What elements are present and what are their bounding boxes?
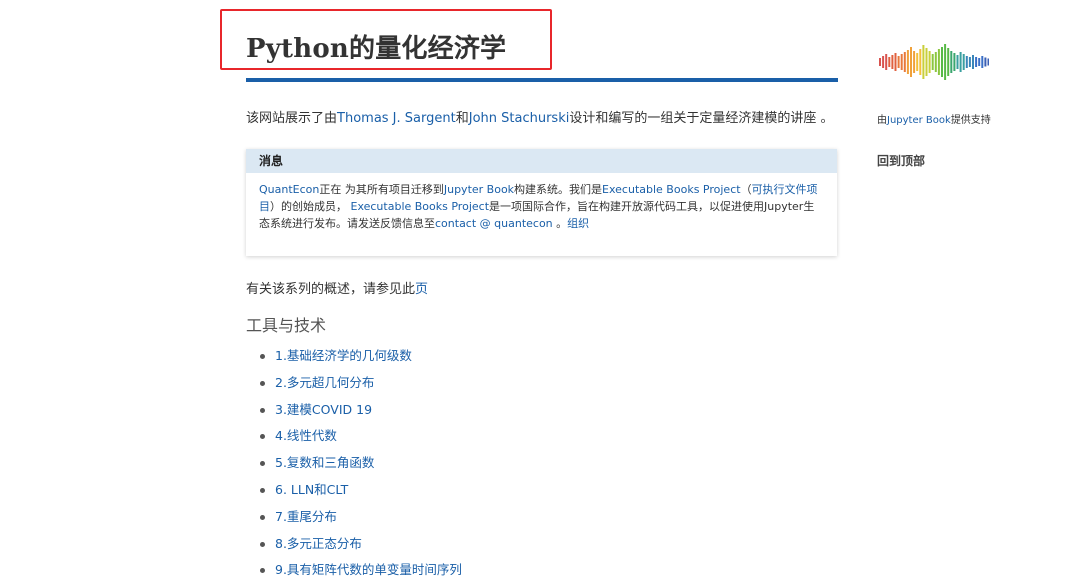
bullet-icon (260, 541, 265, 547)
logo-bar (894, 53, 897, 71)
lecture-list-item: 9.具有矩阵代数的单变量时间序列 (246, 559, 462, 586)
bullet-icon (260, 568, 265, 574)
logo-bar (913, 51, 916, 73)
contact-link[interactable]: contact @ quantecon (435, 217, 553, 230)
lecture-link[interactable]: 6. LLN和CLT (275, 482, 348, 497)
notice-text-4: ）的创始成员， (270, 200, 351, 213)
logo-bar (953, 53, 956, 71)
notice-box: 消息 QuantEcon正在 为其所有项目迁移到Jupyter Book构建系统… (246, 149, 837, 256)
intro-and: 和 (455, 111, 469, 126)
bullet-icon (260, 380, 265, 386)
logo-bar (910, 47, 912, 77)
author-link-sargent[interactable]: Thomas J. Sargent (337, 111, 456, 126)
lecture-link[interactable]: 4.线性代数 (275, 428, 337, 443)
logo-bar (947, 48, 950, 76)
logo-bar (972, 55, 974, 69)
notice-text-2: 构建系统。我们是 (514, 183, 603, 196)
bullet-icon (260, 434, 265, 440)
logo-bar (981, 56, 984, 68)
logo-bar (968, 57, 971, 67)
overview-page-link[interactable]: 页 (415, 282, 428, 297)
logo-bar (975, 57, 978, 67)
jupyter-book-link[interactable]: Jupyter Book (444, 183, 514, 196)
lecture-list-item: 7.重尾分布 (246, 506, 462, 533)
logo-bar (962, 54, 965, 70)
lecture-list-item: 4.线性代数 (246, 425, 462, 452)
logo-bar (882, 56, 885, 68)
title-divider (246, 78, 838, 82)
back-to-top-link[interactable]: 回到顶部 (877, 152, 925, 169)
logo-bar (891, 55, 894, 69)
logo-bar (931, 54, 934, 70)
lecture-list-item: 2.多元超几何分布 (246, 372, 462, 399)
intro-suffix: 设计和编写的一组关于定量经济建模的讲座 。 (569, 111, 834, 126)
logo-bar (941, 47, 943, 77)
notice-heading: 消息 (246, 149, 837, 173)
quantecon-logo-icon[interactable] (877, 32, 989, 92)
logo-bar (978, 58, 981, 66)
lecture-link[interactable]: 9.具有矩阵代数的单变量时间序列 (275, 562, 462, 577)
bullet-icon (260, 354, 265, 359)
lecture-list-item: 1.基础经济学的几何级数 (246, 345, 462, 372)
executable-books-link[interactable]: Executable Books Project (602, 183, 741, 196)
lecture-list-item: 6. LLN和CLT (246, 479, 462, 506)
lecture-list-item: 5.复数和三角函数 (246, 452, 462, 479)
logo-bar (965, 56, 968, 68)
page-title: Python的量化经济学 (246, 34, 507, 64)
jupyter-book-sidebar-link[interactable]: Jupyter Book (887, 115, 951, 126)
logo-bar (987, 58, 989, 66)
logo-bar (888, 57, 891, 67)
logo-bar (879, 58, 881, 66)
logo-bar (956, 55, 959, 69)
logo-bar (928, 51, 931, 73)
notice-text-3: （ (740, 183, 752, 196)
logo-bar (916, 53, 919, 71)
notice-text-1: 正在 为其所有项目迁移到 (319, 183, 444, 196)
logo-bar (903, 52, 906, 72)
organization-link[interactable]: 组织 (567, 217, 589, 230)
overview-line: 有关该系列的概述，请参见此页 (246, 278, 428, 297)
powered-suffix: 提供支持 (950, 115, 991, 126)
logo-bar (919, 49, 922, 75)
bullet-icon (260, 514, 265, 520)
lecture-link[interactable]: 2.多元超几何分布 (275, 375, 374, 390)
lecture-link[interactable]: 8.多元正态分布 (275, 536, 362, 551)
notice-body: QuantEcon正在 为其所有项目迁移到Jupyter Book构建系统。我们… (246, 173, 837, 232)
quantecon-link[interactable]: QuantEcon (259, 183, 319, 196)
lecture-link[interactable]: 5.复数和三角函数 (275, 455, 374, 470)
logo-bar (925, 48, 928, 76)
logo-bar (906, 50, 909, 74)
logo-bar (900, 54, 903, 70)
section-title: 工具与技术 (246, 316, 327, 335)
powered-prefix: 由 (877, 115, 887, 126)
logo-bar (934, 52, 937, 72)
logo-bar (944, 44, 947, 80)
bullet-icon (260, 487, 265, 493)
logo-bar (897, 56, 900, 68)
logo-bar (959, 52, 962, 72)
lecture-list-item: 3.建模COVID 19 (246, 399, 462, 426)
logo-bar (922, 45, 925, 79)
lecture-link[interactable]: 7.重尾分布 (275, 509, 337, 524)
author-link-stachurski[interactable]: John Stachurski (469, 111, 570, 126)
lecture-link[interactable]: 3.建模COVID 19 (275, 402, 372, 417)
logo-bar (984, 57, 987, 67)
powered-by: 由Jupyter Book提供支持 (877, 111, 991, 126)
notice-text-6: 。 (552, 217, 568, 230)
lecture-list: 1.基础经济学的几何级数 2.多元超几何分布 3.建模COVID 19 4.线性代数 5… (246, 345, 462, 586)
logo-bar (885, 54, 888, 70)
bullet-icon (260, 461, 265, 467)
overview-text: 有关该系列的概述，请参见此 (246, 282, 416, 297)
lecture-link[interactable]: 1.基础经济学的几何级数 (275, 348, 412, 363)
intro-prefix: 该网站展示了由 (246, 111, 338, 126)
logo-bar (937, 49, 940, 75)
logo-bar (950, 51, 953, 73)
executable-books-link-2[interactable]: Executable Books Project (351, 200, 490, 213)
bullet-icon (260, 407, 265, 413)
intro-paragraph: 该网站展示了由Thomas J. Sargent和John Stachurski… (246, 110, 838, 128)
lecture-list-item: 8.多元正态分布 (246, 533, 462, 560)
